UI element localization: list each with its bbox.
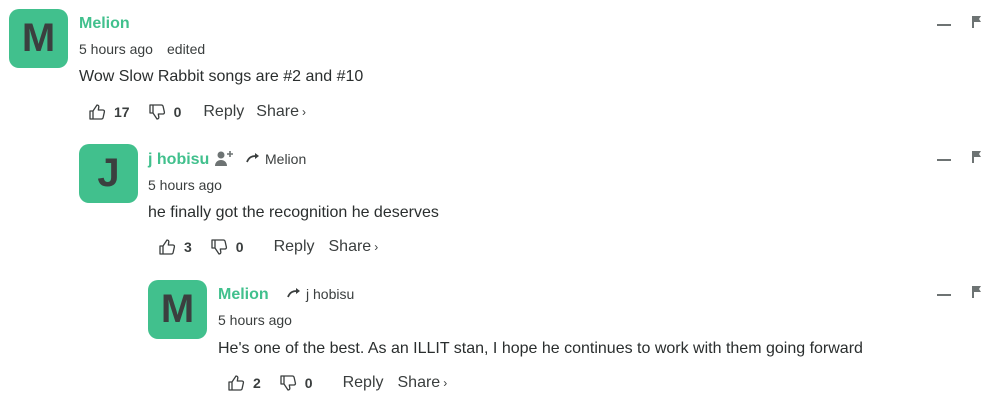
- author-name[interactable]: Melion: [79, 15, 130, 33]
- reply-to[interactable]: Melion: [246, 151, 306, 167]
- comment-footer: 2 0 Reply Share ›: [227, 374, 447, 392]
- like-button[interactable]: 2: [227, 374, 261, 392]
- timestamp[interactable]: 5 hours ago: [79, 41, 153, 57]
- add-user-icon[interactable]: [214, 149, 236, 172]
- dislike-count: 0: [235, 239, 244, 255]
- reply-to[interactable]: j hobisu: [287, 286, 354, 302]
- share-button[interactable]: Share ›: [256, 103, 306, 121]
- share-button[interactable]: Share ›: [398, 374, 448, 392]
- comment-text: Wow Slow Rabbit songs are #2 and #10: [79, 68, 364, 85]
- avatar[interactable]: M: [148, 280, 207, 339]
- share-label: Share: [397, 374, 441, 391]
- flag-icon[interactable]: [971, 150, 983, 169]
- reply-to-author: j hobisu: [306, 286, 355, 302]
- comment-footer: 17 0 Reply Share ›: [88, 103, 306, 121]
- avatar-letter: J: [97, 151, 120, 195]
- thumbs-up-icon: [88, 103, 106, 121]
- collapse-button[interactable]: [937, 294, 951, 296]
- chevron-right-icon: ›: [443, 376, 448, 390]
- avatar[interactable]: J: [79, 144, 138, 203]
- dislike-button[interactable]: 0: [279, 374, 313, 392]
- like-button[interactable]: 17: [88, 103, 130, 121]
- like-count: 3: [184, 239, 192, 255]
- like-count: 2: [253, 375, 261, 391]
- edited-label: edited: [167, 41, 206, 57]
- author-name[interactable]: Melion: [218, 286, 269, 304]
- like-button[interactable]: 3: [158, 238, 192, 256]
- avatar-letter: M: [21, 16, 56, 60]
- timestamp[interactable]: 5 hours ago: [148, 177, 222, 193]
- flag-icon[interactable]: [971, 285, 983, 304]
- dislike-button[interactable]: 0: [210, 238, 244, 256]
- collapse-button[interactable]: [937, 159, 951, 161]
- chevron-right-icon: ›: [374, 240, 379, 254]
- thumbs-down-icon: [210, 238, 228, 256]
- comment-text: he finally got the recognition he deserv…: [148, 204, 439, 221]
- reply-button[interactable]: Reply: [274, 238, 315, 256]
- thumbs-down-icon: [279, 374, 297, 392]
- avatar[interactable]: M: [9, 9, 68, 68]
- chevron-right-icon: ›: [301, 105, 306, 119]
- timestamp[interactable]: 5 hours ago: [218, 312, 292, 328]
- comment-footer: 3 0 Reply Share ›: [158, 238, 378, 256]
- share-label: Share: [328, 238, 372, 255]
- thumbs-up-icon: [158, 238, 176, 256]
- avatar-letter: M: [160, 287, 195, 331]
- reply-to-author: Melion: [265, 151, 307, 167]
- reply-button[interactable]: Reply: [203, 103, 244, 121]
- like-count: 17: [114, 104, 130, 120]
- share-button[interactable]: Share ›: [329, 238, 379, 256]
- reply-arrow-icon: [287, 286, 302, 302]
- dislike-count: 0: [173, 104, 182, 120]
- author-name[interactable]: j hobisu: [148, 151, 209, 169]
- collapse-button[interactable]: [937, 24, 951, 26]
- dislike-button[interactable]: 0: [148, 103, 182, 121]
- thumbs-up-icon: [227, 374, 245, 392]
- flag-icon[interactable]: [971, 15, 983, 34]
- comment-text: He's one of the best. As an ILLIT stan, …: [218, 340, 863, 357]
- reply-button[interactable]: Reply: [343, 374, 384, 392]
- thumbs-down-icon: [148, 103, 166, 121]
- reply-arrow-icon: [246, 151, 261, 167]
- share-label: Share: [256, 103, 299, 120]
- dislike-count: 0: [304, 375, 313, 391]
